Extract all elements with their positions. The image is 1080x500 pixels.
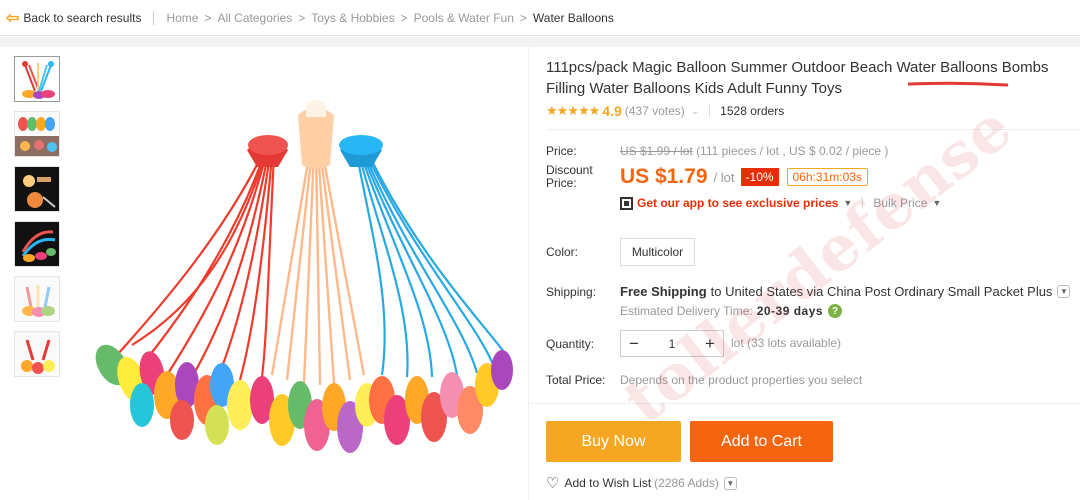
- shipping-label: Shipping:: [546, 285, 597, 299]
- thumbnail-1[interactable]: [14, 56, 60, 102]
- breadcrumb-water-balloons[interactable]: Water Balloons: [533, 11, 614, 25]
- divider: [153, 10, 155, 25]
- original-price: US $1.99 / lot: [620, 144, 693, 158]
- shipping-method-text: to United States via China Post Ordinary…: [710, 284, 1053, 299]
- breadcrumb: Home > All Categories > Toys & Hobbies >…: [166, 11, 613, 25]
- breadcrumb-separator: >: [204, 10, 212, 25]
- title-underline-annotation: [908, 81, 1008, 87]
- heart-icon[interactable]: ♡: [546, 474, 559, 492]
- votes-count[interactable]: (437 votes): [625, 104, 685, 118]
- discount-price-row: US $1.79 / lot -10% 06h:31m:03s: [620, 165, 868, 189]
- add-to-cart-button[interactable]: Add to Cart: [690, 421, 833, 462]
- app-promo-link[interactable]: Get our app to see exclusive prices: [637, 196, 838, 210]
- app-promo-row: Get our app to see exclusive prices ▼ Bu…: [620, 196, 951, 210]
- delivery-label: Estimated Delivery Time:: [620, 304, 753, 318]
- product-title: 111pcs/pack Magic Balloon Summer Outdoor…: [546, 59, 1049, 97]
- thumbnail-list: [14, 56, 62, 386]
- thumbnail-4[interactable]: [14, 221, 60, 267]
- main-product-image[interactable]: [72, 55, 527, 495]
- thumbnail-5[interactable]: [14, 276, 60, 322]
- discount-badge: -10%: [740, 168, 779, 186]
- quantity-label: Quantity:: [546, 337, 595, 351]
- caret-down-icon[interactable]: ▼: [932, 198, 941, 208]
- bulk-price-dropdown[interactable]: Bulk Price: [873, 196, 927, 210]
- back-to-search-link[interactable]: ⇦ Back to search results: [0, 8, 141, 28]
- price-label: Price:: [546, 144, 577, 158]
- countdown-timer: 06h:31m:03s: [786, 168, 868, 186]
- top-nav: ⇦ Back to search results Home > All Cate…: [0, 0, 1080, 36]
- breadcrumb-home[interactable]: Home: [166, 11, 198, 25]
- help-icon[interactable]: ?: [828, 304, 843, 318]
- delivery-days: 20-39 days: [756, 304, 824, 318]
- header-divider-band: [0, 37, 1080, 47]
- chevron-down-icon[interactable]: ▼: [723, 476, 737, 490]
- breadcrumb-separator: >: [519, 10, 527, 25]
- caret-down-icon[interactable]: ▼: [843, 198, 852, 208]
- current-price: US $1.79: [620, 165, 708, 188]
- shipping-dropdown-icon[interactable]: ▼: [1057, 285, 1071, 298]
- wishlist-adds-count: (2286 Adds): [654, 476, 719, 490]
- divider: [529, 403, 1080, 404]
- thumbnail-3[interactable]: [14, 166, 60, 212]
- color-label: Color:: [546, 245, 579, 259]
- buy-now-button[interactable]: Buy Now: [546, 421, 681, 462]
- delivery-estimate: Estimated Delivery Time: 20-39 days ?: [620, 304, 843, 318]
- total-price-value: Depends on the product properties you se…: [620, 373, 863, 387]
- shipping-info: Free Shipping to United States via China…: [620, 284, 1071, 299]
- orders-count: 1528 orders: [720, 104, 785, 118]
- decrement-button[interactable]: −: [621, 334, 647, 354]
- divider: [546, 129, 1080, 130]
- original-price-row: US $1.99 / lot (111 pieces / lot , US $ …: [620, 144, 888, 158]
- free-shipping-text: Free Shipping: [620, 284, 707, 299]
- quantity-stepper: − 1 +: [620, 330, 724, 357]
- breadcrumb-separator: >: [298, 10, 306, 25]
- back-arrow-icon: ⇦: [6, 9, 20, 27]
- rating-value: 4.9: [602, 103, 622, 119]
- add-to-wishlist-link[interactable]: Add to Wish List: [564, 476, 651, 490]
- thumbnail-6[interactable]: [14, 331, 60, 377]
- price-unit: / lot: [713, 169, 735, 185]
- color-option-multicolor[interactable]: Multicolor: [620, 238, 695, 266]
- rating-stars-icon: ★★★★★: [546, 103, 600, 118]
- wishlist-row: ♡ Add to Wish List (2286 Adds) ▼: [546, 474, 737, 492]
- chevron-down-icon[interactable]: ⌄: [691, 106, 699, 117]
- divider: [709, 105, 711, 117]
- increment-button[interactable]: +: [697, 334, 723, 354]
- thumbnail-2[interactable]: [14, 111, 60, 157]
- quantity-input[interactable]: 1: [647, 337, 697, 351]
- back-label: Back to search results: [23, 10, 142, 25]
- discount-price-label: Discount Price:: [546, 163, 593, 190]
- breadcrumb-separator: >: [400, 10, 408, 25]
- breadcrumb-pools-water-fun[interactable]: Pools & Water Fun: [414, 11, 514, 25]
- total-price-label: Total Price:: [546, 373, 606, 387]
- qr-code-icon: [620, 196, 633, 210]
- rating-row: ★★★★★ 4.9 (437 votes) ⌄ 1528 orders: [546, 103, 784, 119]
- original-price-note: (111 pieces / lot , US $ 0.02 / piece ): [696, 144, 889, 158]
- breadcrumb-all-categories[interactable]: All Categories: [218, 11, 293, 25]
- breadcrumb-toys-hobbies[interactable]: Toys & Hobbies: [311, 11, 394, 25]
- divider: [862, 197, 864, 209]
- lots-available: lot (33 lots available): [731, 336, 842, 350]
